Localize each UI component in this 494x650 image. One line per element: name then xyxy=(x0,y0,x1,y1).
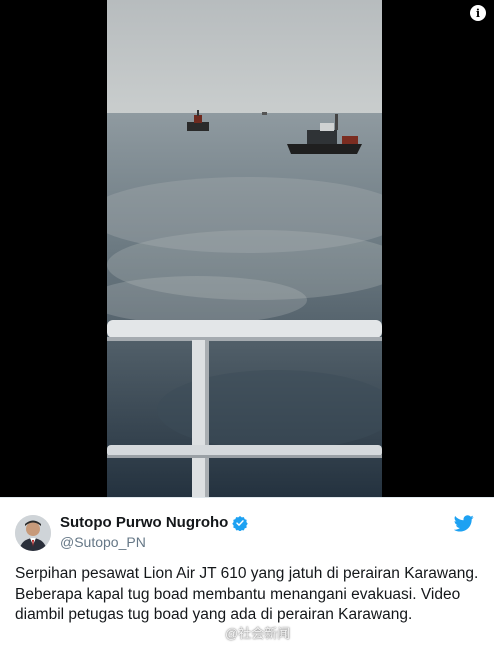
weibo-logo-icon xyxy=(203,626,220,640)
avatar[interactable] xyxy=(15,515,51,551)
twitter-bird-icon[interactable] xyxy=(454,515,474,532)
watermark-text: @社会新闻 xyxy=(225,626,291,641)
verified-badge-icon xyxy=(232,515,249,531)
tweet-text: Serpihan pesawat Lion Air JT 610 yang ja… xyxy=(15,565,479,623)
sea-scene xyxy=(107,0,382,497)
avatar-image xyxy=(15,515,51,551)
tweet-card: Sutopo Purwo Nugroho @Sutopo_PN Serpihan… xyxy=(0,497,494,650)
tweet-media[interactable]: i xyxy=(0,0,494,497)
info-icon[interactable]: i xyxy=(470,5,486,21)
author-handle[interactable]: @Sutopo_PN xyxy=(60,534,146,550)
author-name[interactable]: Sutopo Purwo Nugroho xyxy=(60,514,249,531)
watermark: @社会新闻 xyxy=(203,623,290,642)
video-frame[interactable] xyxy=(107,0,382,497)
info-glyph: i xyxy=(475,6,481,20)
author-name-text: Sutopo Purwo Nugroho xyxy=(60,514,229,531)
